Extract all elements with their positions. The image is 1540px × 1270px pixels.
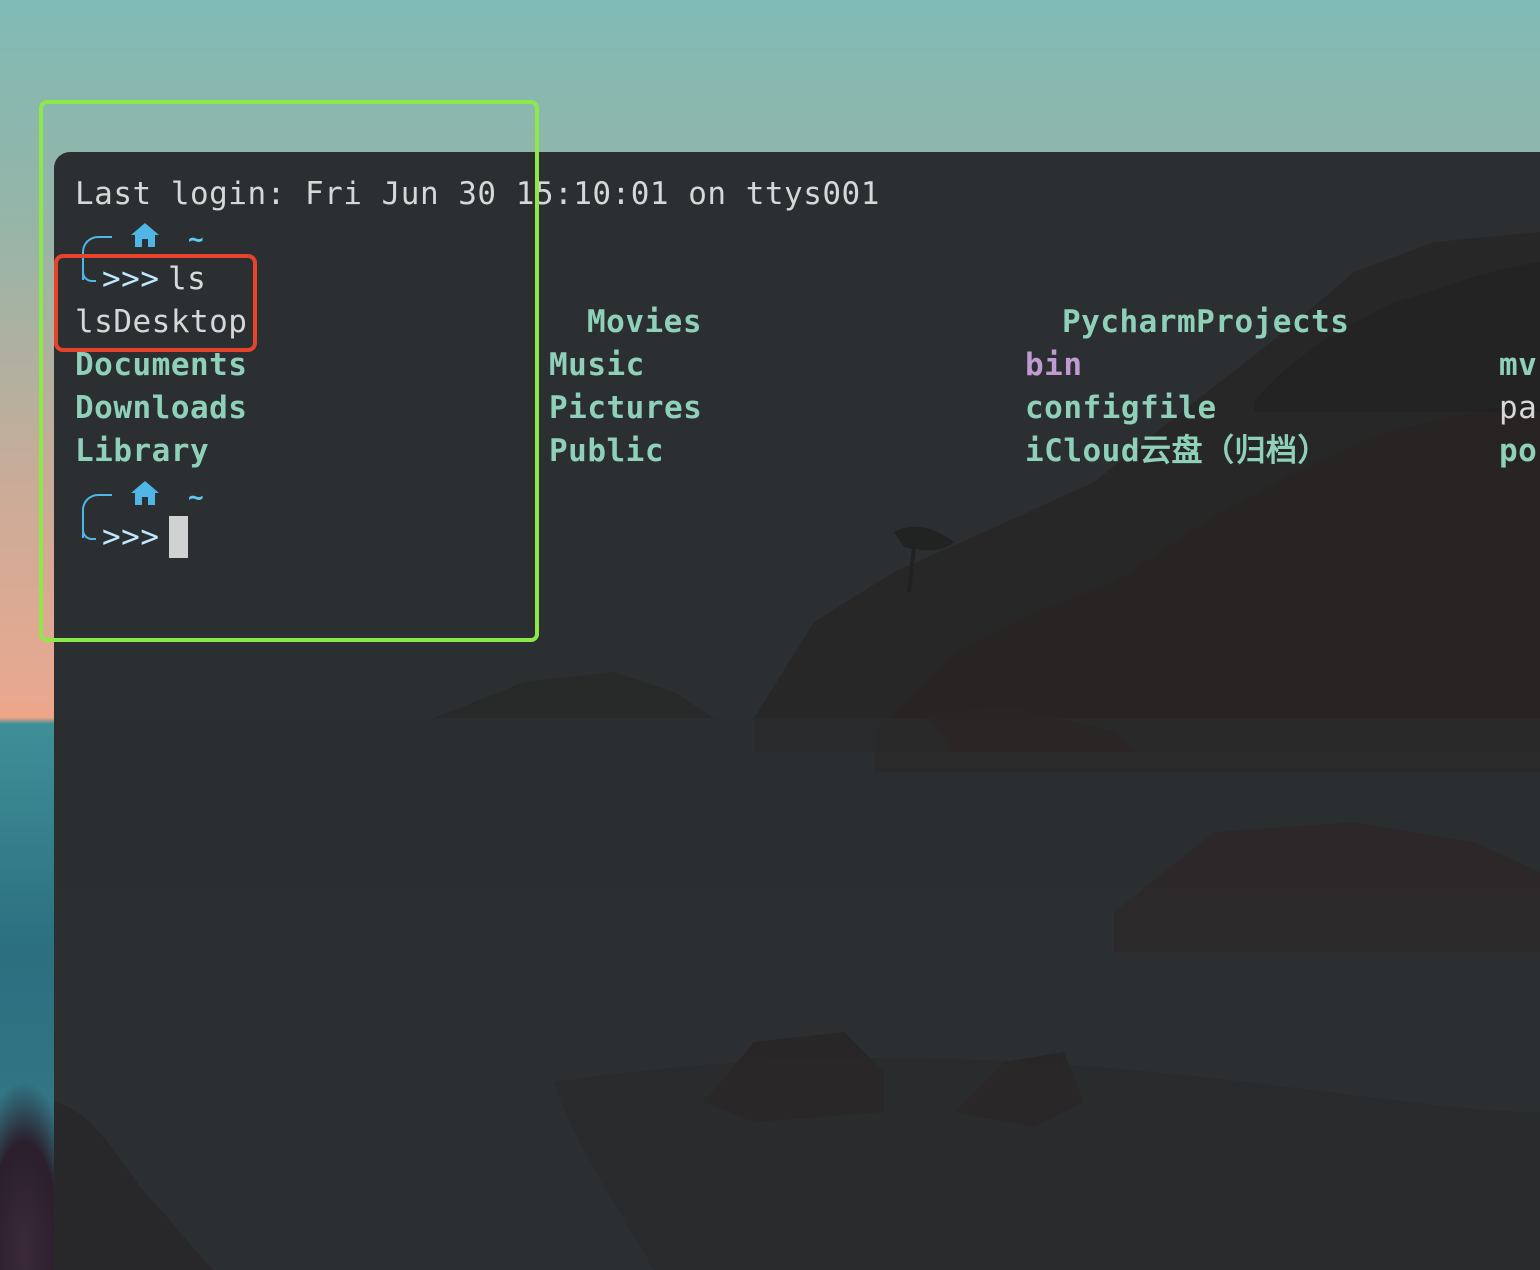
list-item: Pictures <box>549 390 703 426</box>
list-item: PycharmProjects <box>1062 304 1350 340</box>
list-item: bin <box>1025 347 1083 383</box>
list-item: configfile <box>1025 390 1217 426</box>
list-item: po <box>1499 433 1538 469</box>
highlight-box-red <box>54 254 257 352</box>
list-item: pa <box>1499 390 1538 426</box>
list-item: mv <box>1499 347 1538 383</box>
list-item: Music <box>549 347 645 383</box>
highlight-box-green <box>39 100 539 642</box>
list-item: iCloud云盘（归档） <box>1025 433 1329 469</box>
list-item: Public <box>549 433 664 469</box>
list-item: Movies <box>587 304 702 340</box>
desktop: { "terminal": { "login_line": "Last logi… <box>0 0 1540 1270</box>
